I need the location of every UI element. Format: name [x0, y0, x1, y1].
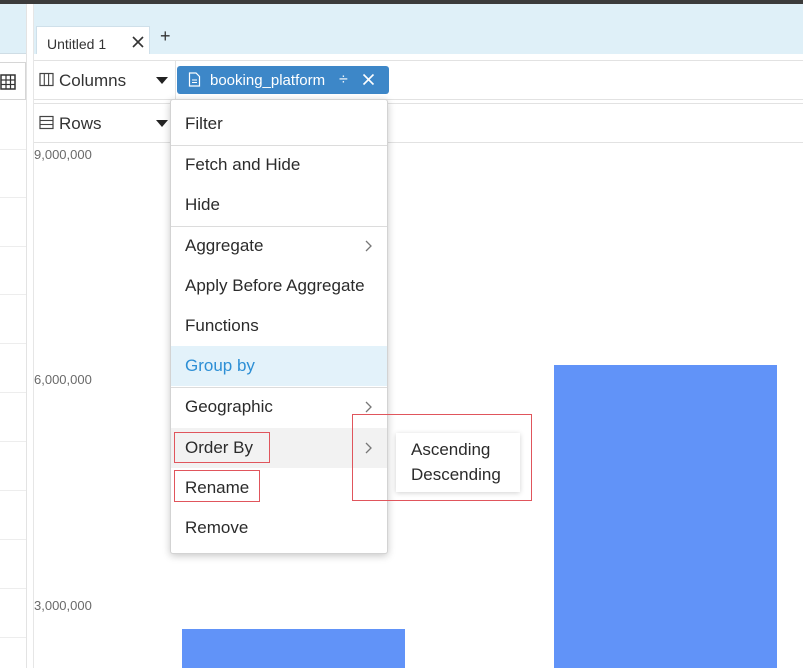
left-divider	[0, 441, 26, 442]
columns-shelf-label[interactable]: Columns	[34, 61, 176, 99]
columns-shelf[interactable]: Columns	[34, 60, 803, 100]
menu-item-group-by[interactable]: Group by	[171, 346, 387, 386]
highlight-box-rename	[174, 470, 260, 502]
left-divider	[0, 588, 26, 589]
close-icon[interactable]	[131, 35, 145, 49]
rows-shelf-label[interactable]: Rows	[34, 104, 176, 142]
menu-item-fetch-and-hide[interactable]: Fetch and Hide	[171, 145, 387, 185]
submenu-item-ascending[interactable]: Ascending	[411, 440, 490, 460]
left-divider	[0, 149, 26, 150]
tab-untitled-1[interactable]: Untitled 1	[36, 26, 150, 54]
left-divider	[0, 197, 26, 198]
add-tab-button[interactable]: +	[160, 26, 171, 47]
left-divider	[0, 246, 26, 247]
menu-item-aggregate[interactable]: Aggregate	[171, 226, 387, 266]
menu-item-label: Geographic	[185, 397, 273, 416]
chevron-right-icon	[365, 240, 372, 252]
grid-icon	[0, 74, 16, 90]
rows-icon	[39, 115, 54, 130]
left-divider	[0, 392, 26, 393]
chart-bar[interactable]	[554, 365, 777, 668]
menu-item-functions[interactable]: Functions	[171, 306, 387, 346]
left-divider	[0, 343, 26, 344]
tab-label: Untitled 1	[47, 36, 107, 52]
columns-label: Columns	[59, 71, 127, 90]
left-panel	[0, 4, 27, 668]
menu-item-filter[interactable]: Filter	[171, 104, 387, 144]
chevron-down-icon[interactable]	[156, 120, 168, 127]
submenu-item-descending[interactable]: Descending	[411, 465, 501, 485]
y-tick-label: 3,000,000	[34, 598, 92, 613]
menu-item-apply-before-aggregate[interactable]: Apply Before Aggregate	[171, 266, 387, 306]
left-divider	[0, 539, 26, 540]
table-view-button[interactable]	[0, 62, 26, 100]
left-divider	[0, 490, 26, 491]
left-divider	[0, 294, 26, 295]
y-tick-label: 6,000,000	[34, 372, 92, 387]
chevron-right-icon	[365, 401, 372, 413]
chevron-down-icon[interactable]	[156, 77, 168, 84]
booking-platform-pill[interactable]: booking_platform ÷	[177, 66, 389, 94]
tab-bar: Untitled 1 +	[34, 4, 803, 54]
menu-item-label: Aggregate	[185, 236, 264, 255]
order-by-submenu: Ascending Descending	[396, 433, 520, 492]
chart-bar[interactable]	[182, 628, 405, 668]
columns-icon	[39, 72, 54, 87]
rows-label: Rows	[59, 114, 102, 133]
close-icon[interactable]	[362, 73, 375, 86]
left-panel-header	[0, 4, 26, 54]
left-divider	[0, 637, 26, 638]
y-tick-label: 9,000,000	[34, 147, 92, 162]
document-icon	[188, 72, 201, 87]
menu-item-remove[interactable]: Remove	[171, 508, 387, 548]
pill-label: booking_platform	[210, 72, 326, 89]
rows-shelf[interactable]: Rows	[34, 103, 803, 143]
highlight-box-order-by	[174, 432, 270, 463]
menu-item-hide[interactable]: Hide	[171, 185, 387, 225]
drag-handle-icon[interactable]: ÷	[339, 72, 348, 88]
